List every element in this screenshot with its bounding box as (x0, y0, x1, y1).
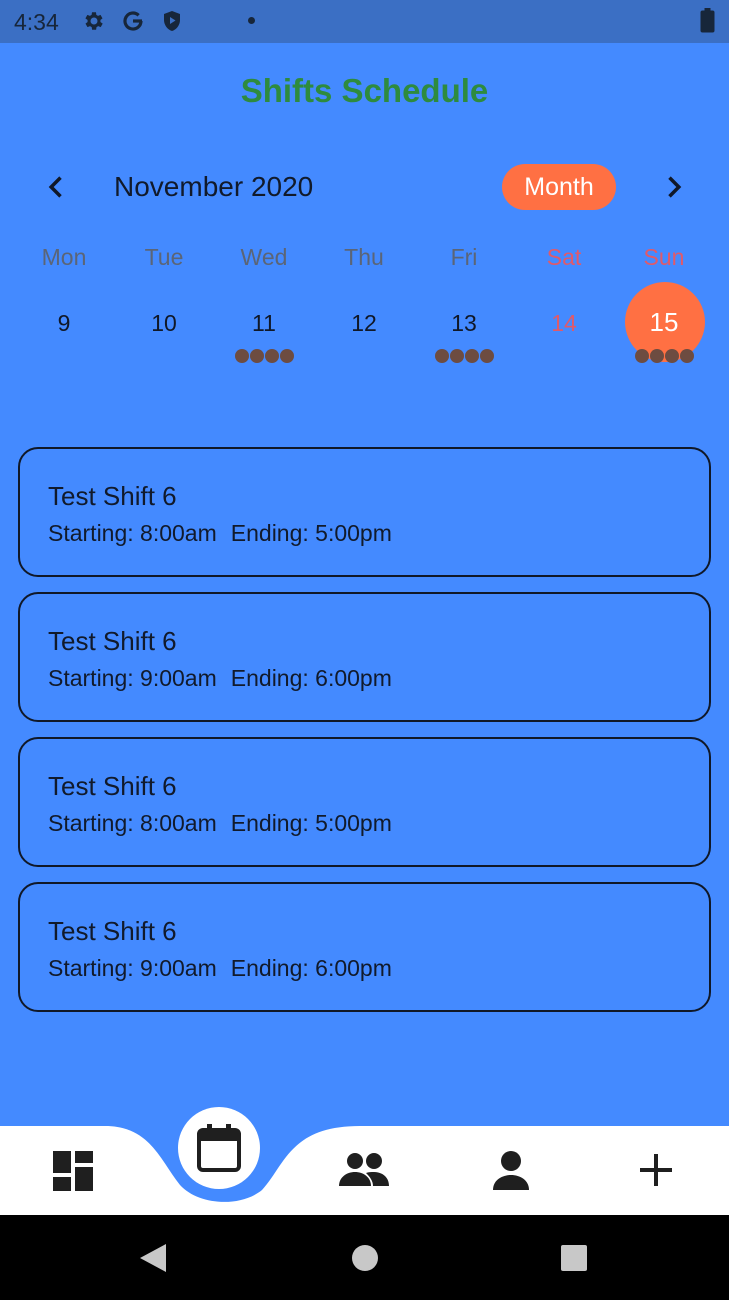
shift-time: Starting: 9:00am Ending: 6:00pm (48, 955, 709, 982)
status-bar: 4:34 (0, 0, 729, 43)
weekday-label: Mon (41, 244, 87, 270)
weekday-label: Sun (643, 244, 685, 270)
event-marker (264, 349, 279, 363)
calendar-icon (197, 1124, 241, 1172)
event-marker (479, 349, 494, 363)
back-icon[interactable] (138, 1242, 168, 1274)
weekday-row: Mon Tue Wed Thu Fri Sat Sun (14, 244, 714, 271)
calendar-day[interactable]: 13 (414, 282, 514, 372)
bottom-navigation (0, 1105, 729, 1215)
shift-name: Test Shift 6 (48, 771, 177, 801)
dashboard-icon[interactable] (52, 1150, 94, 1192)
weekday-label: Sat (546, 244, 582, 270)
event-marker (434, 349, 449, 363)
shift-start: Starting: 9:00am (48, 665, 217, 691)
month-label: November 2020 (114, 171, 314, 202)
shift-end: Ending: 5:00pm (230, 810, 392, 836)
calendar-header: November 2020 Month (0, 160, 729, 215)
event-markers (214, 349, 314, 363)
event-marker (449, 349, 464, 363)
calendar-day[interactable]: 14 (514, 282, 614, 372)
person-icon[interactable] (492, 1150, 530, 1190)
calendar-tab-button[interactable] (178, 1107, 260, 1189)
weekday-label: Wed (240, 244, 288, 270)
people-icon[interactable] (338, 1152, 390, 1188)
event-marker (679, 349, 694, 363)
event-markers (414, 349, 514, 363)
calendar-day[interactable]: 12 (314, 282, 414, 372)
shift-name: Test Shift 6 (48, 916, 177, 946)
notification-dot-icon (248, 17, 255, 24)
event-marker (234, 349, 249, 363)
page-title: Shifts Schedule (240, 72, 489, 109)
day-number: 15 (649, 307, 679, 337)
system-navigation-bar (0, 1215, 729, 1300)
shift-list: Test Shift 6 Starting: 8:00am Ending: 5:0… (18, 447, 711, 1027)
add-icon[interactable] (639, 1153, 673, 1187)
battery-icon (700, 8, 715, 33)
shift-time: Starting: 8:00am Ending: 5:00pm (48, 810, 709, 837)
home-icon[interactable] (351, 1244, 379, 1272)
shift-time: Starting: 8:00am Ending: 5:00pm (48, 520, 709, 547)
calendar-day-selected[interactable]: 15 (614, 282, 714, 372)
event-marker (664, 349, 679, 363)
calendar-day[interactable]: 9 (14, 282, 114, 372)
calendar-day[interactable]: 10 (114, 282, 214, 372)
event-marker (634, 349, 649, 363)
shift-card[interactable]: Test Shift 6 Starting: 9:00am Ending: 6:0… (18, 592, 711, 722)
weekday-label: Thu (344, 244, 384, 270)
shift-start: Starting: 8:00am (48, 520, 217, 546)
status-time: 4:34 (14, 9, 59, 35)
shift-start: Starting: 9:00am (48, 955, 217, 981)
event-marker (249, 349, 264, 363)
day-number: 12 (351, 310, 377, 336)
event-markers (614, 349, 714, 363)
day-row: 9 10 11 12 13 14 15 (14, 282, 714, 372)
chevron-left-icon[interactable] (43, 173, 71, 201)
format-toggle-button[interactable]: Month (502, 164, 616, 210)
event-marker (279, 349, 294, 363)
day-number: 13 (451, 310, 477, 336)
chevron-right-icon[interactable] (659, 173, 687, 201)
day-number: 10 (151, 310, 177, 336)
shift-card[interactable]: Test Shift 6 Starting: 9:00am Ending: 6:0… (18, 882, 711, 1012)
day-number: 11 (252, 310, 276, 336)
shift-start: Starting: 8:00am (48, 810, 217, 836)
recents-icon[interactable] (561, 1245, 587, 1271)
shift-card[interactable]: Test Shift 6 Starting: 8:00am Ending: 5:0… (18, 447, 711, 577)
google-icon (123, 11, 143, 31)
day-number: 9 (57, 310, 71, 336)
calendar-day[interactable]: 11 (214, 282, 314, 372)
play-protect-icon (164, 11, 180, 31)
event-marker (464, 349, 479, 363)
weekday-label: Fri (450, 244, 478, 270)
shift-time: Starting: 9:00am Ending: 6:00pm (48, 665, 709, 692)
shift-end: Ending: 6:00pm (230, 955, 392, 981)
event-marker (649, 349, 664, 363)
shift-end: Ending: 6:00pm (230, 665, 392, 691)
day-number: 14 (551, 310, 577, 336)
shift-name: Test Shift 6 (48, 481, 177, 511)
shift-end: Ending: 5:00pm (230, 520, 392, 546)
weekday-label: Tue (144, 244, 184, 270)
shift-name: Test Shift 6 (48, 626, 177, 656)
gear-icon (85, 12, 103, 30)
shift-card[interactable]: Test Shift 6 Starting: 8:00am Ending: 5:0… (18, 737, 711, 867)
